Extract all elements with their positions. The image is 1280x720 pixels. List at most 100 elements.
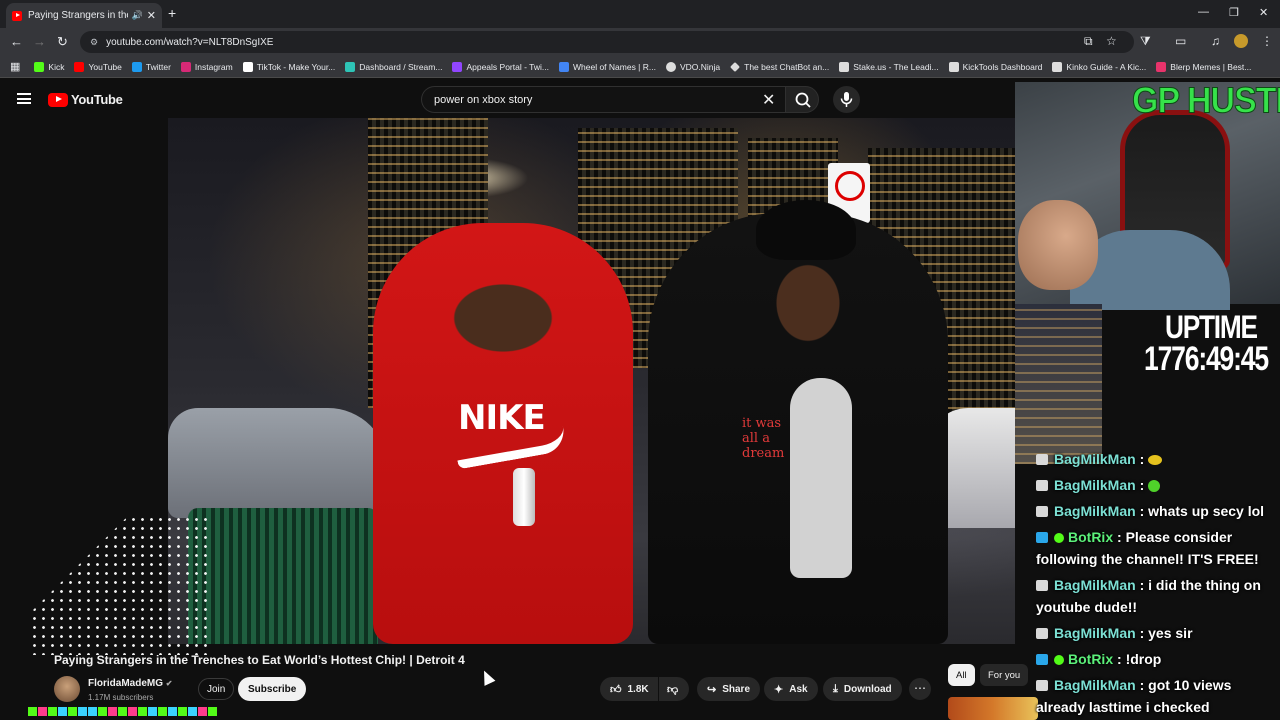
uptime-value: 1776:49:45: [1144, 340, 1269, 378]
close-window-icon[interactable]: ✕: [1259, 6, 1268, 19]
bookmark-item[interactable]: Stake.us - The Leadi...: [839, 61, 939, 72]
chat-message: BagMilkMan : yes sir: [1036, 622, 1280, 644]
bookmark-favicon-icon: [730, 61, 741, 72]
back-icon[interactable]: ←: [10, 34, 23, 49]
voice-search-button[interactable]: [833, 86, 860, 113]
chat-message: BotRix : !drop: [1036, 648, 1280, 670]
bookmark-item[interactable]: The best ChatBot an...: [730, 62, 829, 72]
address-bar[interactable]: ⚙ youtube.com/watch?v=NLT8DnSgIXE: [80, 31, 1134, 53]
browser-tab-strip: Paying Strangers in the Tre 🔊 ✕ + — ❐ ✕: [0, 0, 1280, 28]
chat-username: BagMilkMan: [1054, 477, 1136, 493]
bookmark-label: The best ChatBot an...: [744, 61, 830, 72]
emote-icon: [58, 707, 67, 716]
bookmark-item[interactable]: Kinko Guide - A Kic...: [1052, 61, 1147, 72]
search-button[interactable]: [785, 86, 819, 113]
bookmark-label: Dashboard / Stream...: [359, 61, 443, 72]
chat-username: BagMilkMan: [1054, 625, 1136, 641]
bookmark-item[interactable]: TikTok - Make Your...: [242, 61, 335, 72]
trash-bin: [188, 508, 378, 644]
bookmark-favicon-icon: [242, 61, 253, 72]
new-tab-icon[interactable]: +: [168, 5, 176, 21]
chat-message: BagMilkMan : got 10 views already lastti…: [1036, 677, 1232, 715]
chat-message: BagMilkMan :: [1036, 448, 1280, 470]
subscriber-count: 1.17M subscribers: [88, 693, 154, 702]
verified-icon: ✔: [165, 679, 173, 688]
like-button[interactable]: 👍︎ 1.8K: [600, 677, 658, 701]
channel-name-text: FloridaMadeMG: [88, 678, 164, 689]
bot-badge-icon: [1036, 654, 1048, 665]
chat-username: BagMilkMan: [1054, 503, 1136, 519]
chat-username: BotRix: [1068, 651, 1114, 667]
bookmarks-bar: ▦ Kick YouTube Twitter Instagram TikTok …: [0, 56, 1280, 78]
kick-emote-strip: [28, 707, 217, 716]
chat-badge-icon: [1036, 580, 1048, 591]
bookmark-label: Blerp Memes | Best...: [1170, 61, 1252, 72]
url-text: youtube.com/watch?v=NLT8DnSgIXE: [106, 36, 274, 48]
bookmark-item[interactable]: YouTube: [74, 61, 122, 72]
browser-tab[interactable]: Paying Strangers in the Tre 🔊 ✕: [6, 3, 162, 28]
video-player[interactable]: NIKE it was all a dream: [168, 118, 1015, 644]
search-input[interactable]: power on xbox story: [421, 86, 785, 113]
recommended-thumbnail[interactable]: [948, 697, 1038, 720]
apps-grid-icon[interactable]: ▦: [10, 60, 20, 73]
bookmark-favicon-icon: [34, 61, 45, 72]
bookmark-item[interactable]: Dashboard / Stream...: [345, 61, 443, 72]
media-control-icon[interactable]: ♫: [1211, 34, 1220, 48]
bookmark-item[interactable]: Instagram: [180, 61, 233, 72]
chip-for-you[interactable]: For you: [980, 664, 1029, 686]
video-title: Paying Strangers in the Trenches to Eat …: [54, 653, 465, 667]
extensions-icon[interactable]: ⧩: [1140, 34, 1151, 49]
sparkle-icon: ✦: [774, 683, 784, 696]
bookmark-star-icon[interactable]: ☆: [1106, 34, 1117, 48]
bookmark-item[interactable]: Kick: [34, 61, 64, 72]
close-tab-icon[interactable]: ✕: [147, 9, 156, 22]
emote-icon: [148, 707, 157, 716]
bookmark-item[interactable]: Blerp Memes | Best...: [1156, 61, 1252, 72]
clear-search-icon[interactable]: ✕: [762, 90, 775, 110]
join-button[interactable]: Join: [198, 678, 235, 700]
bookmark-item[interactable]: VDO.Ninja: [665, 61, 720, 72]
channel-name[interactable]: FloridaMadeMG ✔: [88, 678, 173, 689]
chat-username: BagMilkMan: [1054, 677, 1136, 693]
emote-icon: [188, 707, 197, 716]
chat-username: BagMilkMan: [1054, 577, 1136, 593]
speaker-icon[interactable]: 🔊: [132, 10, 143, 21]
ask-button[interactable]: ✦ Ask: [764, 677, 818, 701]
chat-badge-icon: [1036, 480, 1048, 491]
site-info-icon[interactable]: ⚙: [90, 37, 98, 48]
emote-icon: [38, 707, 47, 716]
install-app-icon[interactable]: ⧉: [1084, 34, 1093, 49]
chat-message: BagMilkMan : i did the thing on youtube …: [1036, 577, 1261, 615]
cast-icon[interactable]: ▭: [1175, 34, 1186, 48]
chat-text: !drop: [1125, 651, 1162, 667]
menu-icon[interactable]: [17, 93, 31, 104]
emote-icon: [168, 707, 177, 716]
youtube-favicon-icon: [12, 10, 22, 21]
bookmark-label: Kinko Guide - A Kic...: [1066, 61, 1147, 72]
like-count: 1.8K: [627, 683, 649, 695]
bookmark-item[interactable]: KickTools Dashboard: [948, 61, 1042, 72]
profile-avatar[interactable]: [1234, 34, 1248, 48]
emote-icon: [98, 707, 107, 716]
forward-icon[interactable]: →: [33, 34, 46, 49]
bookmark-item[interactable]: Twitter: [131, 61, 171, 72]
more-actions-icon[interactable]: ⋯: [909, 678, 931, 700]
minimize-icon[interactable]: —: [1198, 6, 1209, 18]
maximize-icon[interactable]: ❐: [1229, 6, 1239, 19]
youtube-play-icon: [48, 92, 68, 107]
dislike-button[interactable]: 👎︎: [659, 677, 689, 701]
share-button[interactable]: ↪ Share: [697, 677, 761, 701]
bookmark-item[interactable]: Appeals Portal - Twi...: [452, 61, 549, 72]
channel-avatar[interactable]: [54, 676, 80, 702]
subscribe-button[interactable]: Subscribe: [238, 677, 307, 701]
bookmark-item[interactable]: Wheel of Names | R...: [558, 61, 656, 72]
chip-all[interactable]: All: [948, 664, 975, 686]
download-button[interactable]: ⤓ Download: [823, 677, 902, 701]
youtube-logo[interactable]: YouTube: [48, 92, 123, 107]
browser-menu-icon[interactable]: ⋮: [1261, 34, 1273, 48]
bookmark-label: Instagram: [194, 61, 233, 72]
chat-emote-icon: [1148, 455, 1163, 465]
thumbs-up-icon: 👍︎: [610, 683, 622, 696]
reload-icon[interactable]: ↻: [57, 34, 68, 50]
ask-label: Ask: [789, 683, 808, 695]
